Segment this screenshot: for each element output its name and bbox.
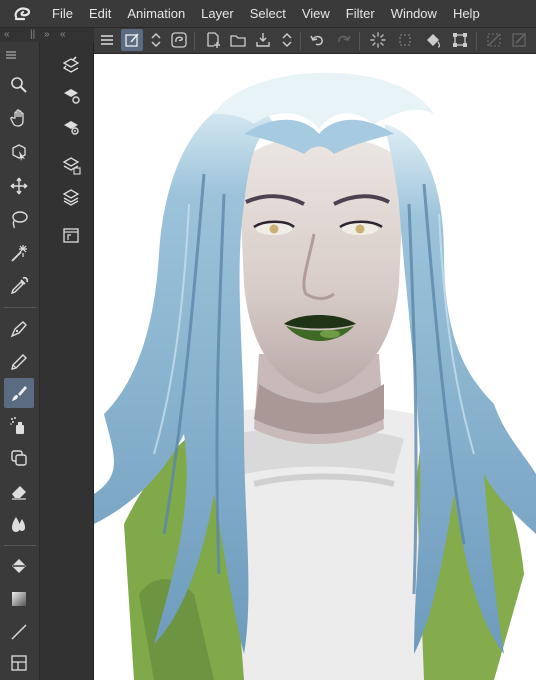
menu-select[interactable]: Select — [242, 0, 294, 28]
edit-selection-icon[interactable] — [508, 29, 530, 51]
operation-icon[interactable] — [4, 137, 34, 167]
panel-grip-icon[interactable]: || — [30, 28, 35, 42]
clip-studio-logo-icon[interactable] — [0, 0, 46, 28]
new-file-icon[interactable] — [202, 29, 224, 51]
menu-filter[interactable]: Filter — [338, 0, 383, 28]
divider — [359, 32, 360, 50]
transform-icon[interactable] — [449, 29, 471, 51]
magic-wand-icon[interactable] — [4, 238, 34, 268]
line-icon[interactable] — [4, 617, 34, 647]
airbrush-icon[interactable] — [4, 411, 34, 441]
layer-property-icon[interactable] — [58, 52, 84, 78]
menu-animation[interactable]: Animation — [119, 0, 193, 28]
menu-edit[interactable]: Edit — [81, 0, 119, 28]
drawing-canvas[interactable] — [94, 54, 536, 680]
menu-window[interactable]: Window — [383, 0, 445, 28]
menu-help[interactable]: Help — [445, 0, 488, 28]
tool-palette — [0, 42, 40, 680]
clip-studio-icon[interactable] — [168, 29, 190, 51]
eraser-icon[interactable] — [4, 476, 34, 506]
pencil-icon[interactable] — [4, 347, 34, 377]
fill-icon[interactable] — [422, 29, 444, 51]
pen-icon[interactable] — [4, 314, 34, 344]
palette-menu-icon[interactable] — [4, 48, 18, 60]
open-file-icon[interactable] — [227, 29, 249, 51]
lasso-icon[interactable] — [4, 204, 34, 234]
redo-icon[interactable] — [333, 29, 355, 51]
hide-selection-icon[interactable] — [483, 29, 505, 51]
decoration-icon[interactable] — [4, 443, 34, 473]
command-bar — [94, 28, 536, 54]
undo-icon[interactable] — [306, 29, 328, 51]
menu-view[interactable]: View — [294, 0, 338, 28]
collapse-right-icon[interactable]: » — [44, 28, 50, 42]
divider — [300, 32, 301, 50]
zoom-icon[interactable] — [4, 70, 34, 100]
loading-spinner-icon[interactable] — [367, 29, 389, 51]
layer-settings-icon[interactable] — [58, 82, 84, 108]
menu-bar: File Edit Animation Layer Select View Fi… — [0, 0, 536, 28]
menu-file[interactable]: File — [46, 0, 81, 28]
fill-icon[interactable] — [4, 551, 34, 581]
chevron-updown-icon[interactable] — [145, 29, 167, 51]
layer-palette-icon[interactable] — [58, 152, 84, 178]
divider — [476, 32, 477, 50]
gradient-icon[interactable] — [4, 584, 34, 614]
sub-tool-palette — [40, 42, 94, 680]
material-icon[interactable] — [58, 222, 84, 248]
save-icon[interactable] — [252, 29, 274, 51]
blend-icon[interactable] — [4, 509, 34, 539]
hand-icon[interactable] — [4, 103, 34, 133]
layers-icon[interactable] — [58, 184, 84, 210]
eyedropper-icon[interactable] — [4, 271, 34, 301]
divider — [194, 32, 195, 50]
brush-icon[interactable] — [4, 378, 34, 408]
canvas-edit-icon[interactable] — [121, 29, 143, 51]
collapse-left-icon-2[interactable]: « — [60, 28, 66, 42]
chevron-updown-icon-2[interactable] — [276, 29, 298, 51]
deselect-icon[interactable] — [394, 29, 416, 51]
divider — [4, 307, 36, 308]
menu-layer[interactable]: Layer — [193, 0, 242, 28]
move-layer-icon[interactable] — [4, 171, 34, 201]
artwork-painting — [94, 54, 536, 680]
menu-icon[interactable] — [96, 29, 118, 51]
divider — [4, 545, 36, 546]
collapse-left-icon[interactable]: « — [4, 28, 10, 42]
panel-tab-row: « || » « — [0, 28, 94, 42]
frame-icon[interactable] — [4, 648, 34, 678]
layer-search-icon[interactable] — [58, 114, 84, 140]
